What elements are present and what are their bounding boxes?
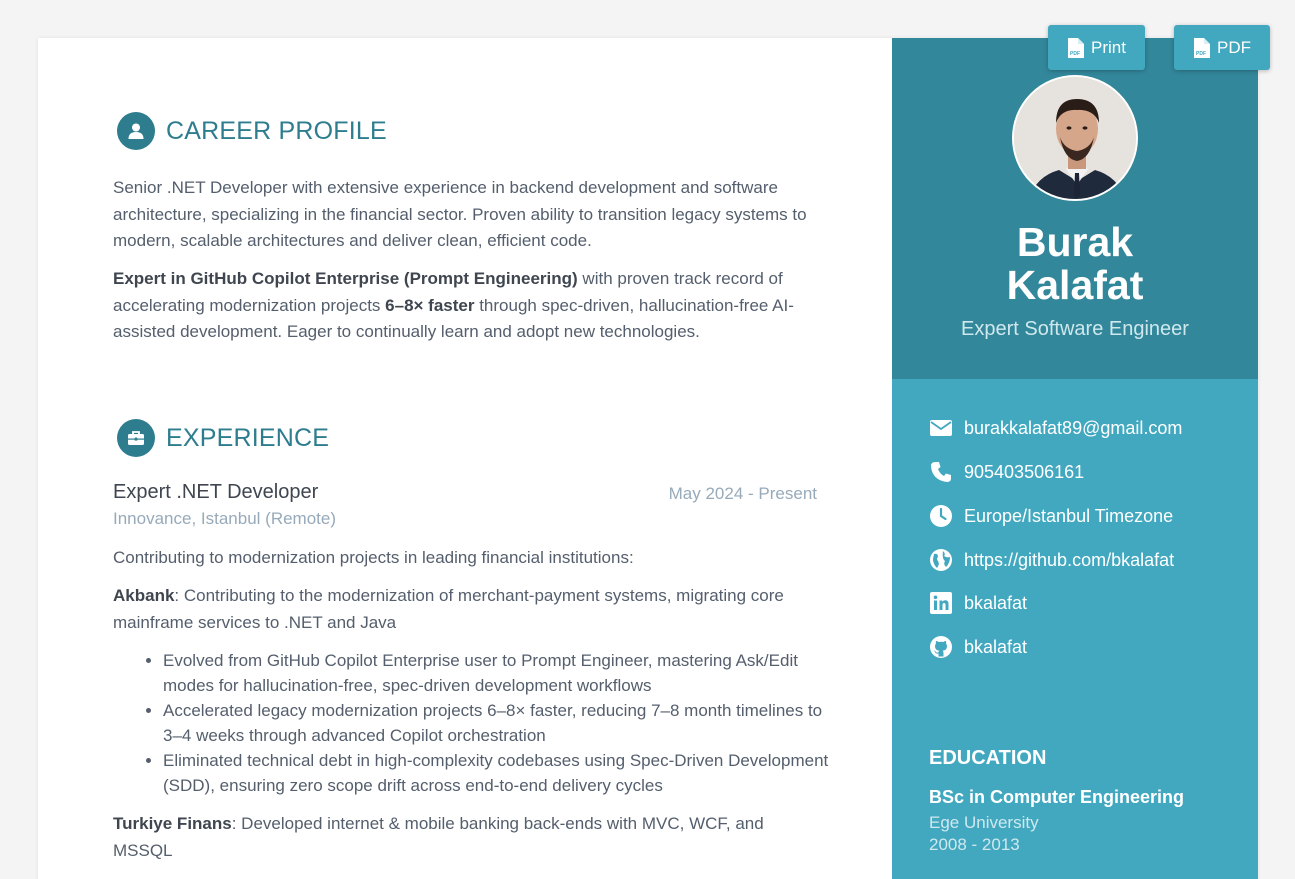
career-profile-header: CAREER PROFILE bbox=[117, 112, 387, 150]
akbank-bold: Akbank bbox=[113, 586, 175, 605]
pdf-file-icon: PDF bbox=[1194, 37, 1210, 58]
experience-header: EXPERIENCE bbox=[117, 419, 329, 457]
print-label: Print bbox=[1091, 37, 1126, 57]
contact-timezone: Europe/Istanbul Timezone bbox=[929, 504, 1173, 528]
career-profile-paragraph-1: Senior .NET Developer with extensive exp… bbox=[113, 178, 807, 250]
linkedin-icon bbox=[930, 592, 952, 614]
education-years: 2008 - 2013 bbox=[929, 835, 1020, 854]
education-title: EDUCATION bbox=[929, 747, 1047, 769]
copilot-bold-text: Expert in GitHub Copilot Enterprise (Pro… bbox=[113, 269, 578, 288]
career-profile-title: CAREER PROFILE bbox=[166, 116, 387, 145]
resume-page: CAREER PROFILE Senior .NET Developer wit… bbox=[38, 38, 1258, 879]
experience-title: EXPERIENCE bbox=[166, 423, 330, 452]
education-degree: BSc in Computer Engineering bbox=[929, 787, 1185, 807]
print-button[interactable]: PDF Print bbox=[1048, 25, 1145, 70]
profile-header: Burak Kalafat Expert Software Engineer bbox=[892, 38, 1258, 379]
contact-github[interactable]: bkalafat bbox=[929, 635, 1027, 659]
experience-intro: Contributing to modernization projects i… bbox=[113, 548, 634, 567]
job-company: Innovance, Istanbul (Remote) bbox=[113, 509, 337, 528]
globe-icon bbox=[930, 549, 952, 571]
profile-role: Expert Software Engineer bbox=[961, 318, 1189, 340]
contact-website[interactable]: https://github.com/bkalafat bbox=[929, 548, 1174, 572]
contact-linkedin[interactable]: bkalafat bbox=[929, 591, 1027, 615]
user-icon bbox=[117, 112, 155, 150]
contact-github-text[interactable]: bkalafat bbox=[964, 637, 1027, 658]
contact-email[interactable]: burakkalafat89@gmail.com bbox=[929, 416, 1182, 440]
github-icon bbox=[930, 636, 952, 658]
envelope-icon bbox=[930, 420, 952, 436]
phone-icon bbox=[931, 462, 951, 482]
list-item: Accelerated legacy modernization project… bbox=[163, 698, 833, 748]
pdf-label: PDF bbox=[1217, 37, 1251, 57]
contact-email-text[interactable]: burakkalafat89@gmail.com bbox=[964, 418, 1182, 439]
avatar bbox=[1012, 75, 1138, 201]
career-profile-paragraph-2: Expert in GitHub Copilot Enterprise (Pro… bbox=[113, 266, 823, 346]
svg-text:PDF: PDF bbox=[1070, 51, 1080, 57]
profile-last-name: Kalafat bbox=[1006, 262, 1144, 308]
profile-first-name: Burak bbox=[1016, 219, 1134, 265]
turkiye-finans-paragraph: Turkiye Finans: Developed internet & mob… bbox=[113, 811, 823, 864]
akbank-text: : Contributing to the modernization of m… bbox=[113, 586, 784, 632]
main-column: CAREER PROFILE Senior .NET Developer wit… bbox=[38, 38, 892, 879]
profile-name: Burak Kalafat bbox=[892, 221, 1258, 307]
pdf-file-icon: PDF bbox=[1068, 37, 1085, 58]
akbank-paragraph: Akbank: Contributing to the modernizatio… bbox=[113, 583, 823, 636]
speedup-bold-text: 6–8× faster bbox=[385, 295, 475, 315]
job-date: May 2024 - Present bbox=[668, 484, 817, 503]
list-item: Evolved from GitHub Copilot Enterprise u… bbox=[163, 648, 833, 698]
contact-linkedin-text[interactable]: bkalafat bbox=[964, 593, 1027, 614]
list-item: Eliminated technical debt in high-comple… bbox=[163, 748, 833, 798]
contact-phone-text[interactable]: 905403506161 bbox=[964, 462, 1084, 483]
clock-icon bbox=[930, 505, 952, 527]
pdf-button[interactable]: PDF PDF bbox=[1174, 25, 1270, 70]
education-school: Ege University bbox=[929, 813, 1039, 832]
contact-phone[interactable]: 905403506161 bbox=[929, 460, 1084, 484]
contact-timezone-text: Europe/Istanbul Timezone bbox=[964, 505, 1174, 526]
briefcase-icon bbox=[117, 419, 155, 457]
contact-website-text[interactable]: https://github.com/bkalafat bbox=[964, 550, 1174, 571]
job-title: Expert .NET Developer bbox=[113, 481, 319, 503]
turkiye-finans-bold: Turkiye Finans bbox=[113, 814, 232, 833]
sidebar: Burak Kalafat Expert Software Engineer b… bbox=[892, 38, 1258, 879]
achievements-list: Evolved from GitHub Copilot Enterprise u… bbox=[163, 648, 833, 798]
svg-text:PDF: PDF bbox=[1196, 51, 1206, 57]
